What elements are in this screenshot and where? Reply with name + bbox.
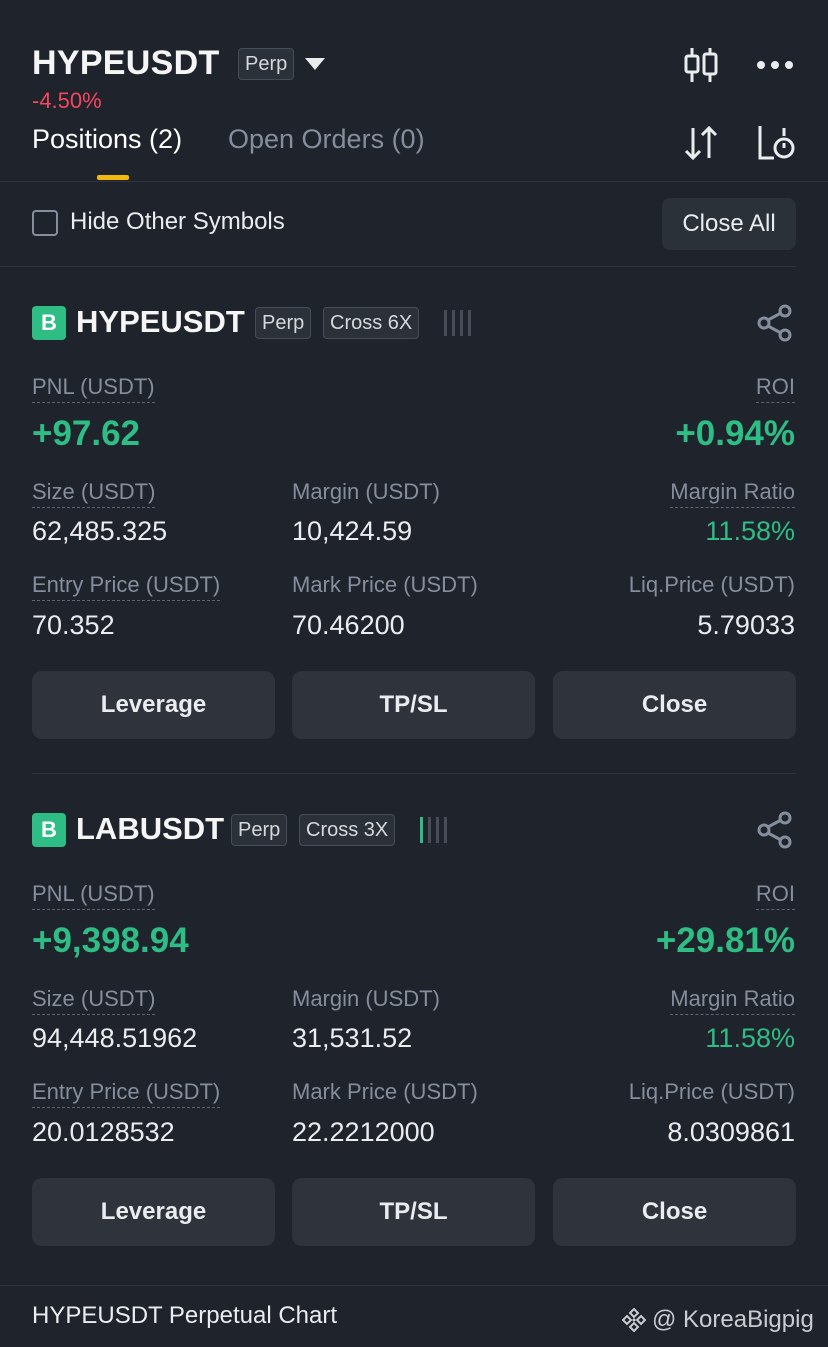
roi-value: +29.81%: [655, 921, 795, 960]
watermark-text: @ KoreaBigpig: [652, 1306, 814, 1333]
share-icon[interactable]: [756, 811, 794, 854]
size-label: Size (USDT): [32, 479, 156, 508]
close-position-button[interactable]: Close: [553, 671, 796, 739]
history-icon[interactable]: [756, 124, 796, 167]
watermark: @ KoreaBigpig: [622, 1306, 814, 1334]
leverage-button[interactable]: Leverage: [32, 671, 275, 739]
margin-value: 10,424.59: [292, 516, 413, 546]
tab-positions[interactable]: Positions (2): [32, 124, 182, 155]
contract-type-badge: Perp: [238, 48, 295, 80]
liq-price-label: Liq.Price (USDT): [628, 572, 795, 597]
tpsl-button[interactable]: TP/SL: [292, 1178, 535, 1246]
perpetual-chart-link[interactable]: HYPEUSDT Perpetual Chart: [32, 1302, 337, 1330]
pnl-label: PNL (USDT): [32, 374, 155, 403]
size-value: 94,448.51962: [32, 1023, 198, 1053]
mark-price-value: 22.2212000: [292, 1117, 435, 1147]
close-position-button[interactable]: Close: [553, 1178, 796, 1246]
margin-label: Margin (USDT): [292, 479, 440, 504]
margin-ratio-label: Margin Ratio: [670, 479, 795, 508]
side-badge: B: [32, 306, 66, 340]
position-symbol[interactable]: HYPEUSDT: [76, 304, 245, 340]
margin-ratio-value: 11.58%: [705, 516, 795, 546]
margin-mode-badge[interactable]: Cross 6X: [323, 307, 420, 339]
margin-ratio-label: Margin Ratio: [670, 986, 795, 1015]
mark-price-label: Mark Price (USDT): [292, 1079, 478, 1104]
position-symbol[interactable]: LABUSDT: [76, 811, 224, 847]
divider: [0, 266, 796, 267]
active-tab-indicator: [97, 175, 129, 180]
hide-other-symbols-label[interactable]: Hide Other Symbols: [70, 208, 285, 236]
entry-price-value: 20.0128532: [32, 1117, 175, 1147]
close-all-button[interactable]: Close All: [662, 198, 796, 250]
liq-price-value: 5.79033: [697, 610, 795, 640]
margin-label: Margin (USDT): [292, 986, 440, 1011]
roi-label: ROI: [755, 374, 795, 403]
side-badge: B: [32, 813, 66, 847]
risk-level-icon: [420, 817, 447, 843]
divider: [32, 773, 796, 774]
sort-icon[interactable]: [683, 124, 719, 167]
more-icon[interactable]: [756, 58, 794, 76]
binance-logo-icon: [622, 1308, 646, 1332]
pnl-value: +9,398.94: [32, 921, 189, 960]
candlestick-chart-icon[interactable]: [683, 46, 719, 89]
risk-level-icon: [444, 310, 471, 336]
entry-price-label: Entry Price (USDT): [32, 1079, 221, 1108]
pnl-label: PNL (USDT): [32, 881, 155, 910]
contract-type-badge: Perp: [255, 307, 312, 339]
leverage-button[interactable]: Leverage: [32, 1178, 275, 1246]
roi-value: +0.94%: [675, 414, 795, 453]
price-change: -4.50%: [32, 88, 102, 113]
size-label: Size (USDT): [32, 986, 156, 1015]
share-icon[interactable]: [756, 304, 794, 347]
contract-type-badge: Perp: [231, 814, 288, 846]
tab-open-orders[interactable]: Open Orders (0): [228, 124, 425, 155]
divider: [0, 181, 828, 182]
entry-price-label: Entry Price (USDT): [32, 572, 221, 601]
mark-price-label: Mark Price (USDT): [292, 572, 478, 597]
hide-other-symbols-checkbox[interactable]: [32, 210, 58, 236]
mark-price-value: 70.46200: [292, 610, 405, 640]
margin-ratio-value: 11.58%: [705, 1023, 795, 1053]
symbol-title[interactable]: HYPEUSDT: [32, 44, 220, 83]
pnl-value: +97.62: [32, 414, 141, 453]
margin-value: 31,531.52: [292, 1023, 413, 1053]
liq-price-value: 8.0309861: [667, 1117, 795, 1147]
liq-price-label: Liq.Price (USDT): [628, 1079, 795, 1104]
entry-price-value: 70.352: [32, 610, 115, 640]
roi-label: ROI: [755, 881, 795, 910]
chevron-down-icon[interactable]: [305, 58, 325, 70]
margin-mode-badge[interactable]: Cross 3X: [299, 814, 396, 846]
tpsl-button[interactable]: TP/SL: [292, 671, 535, 739]
size-value: 62,485.325: [32, 516, 168, 546]
